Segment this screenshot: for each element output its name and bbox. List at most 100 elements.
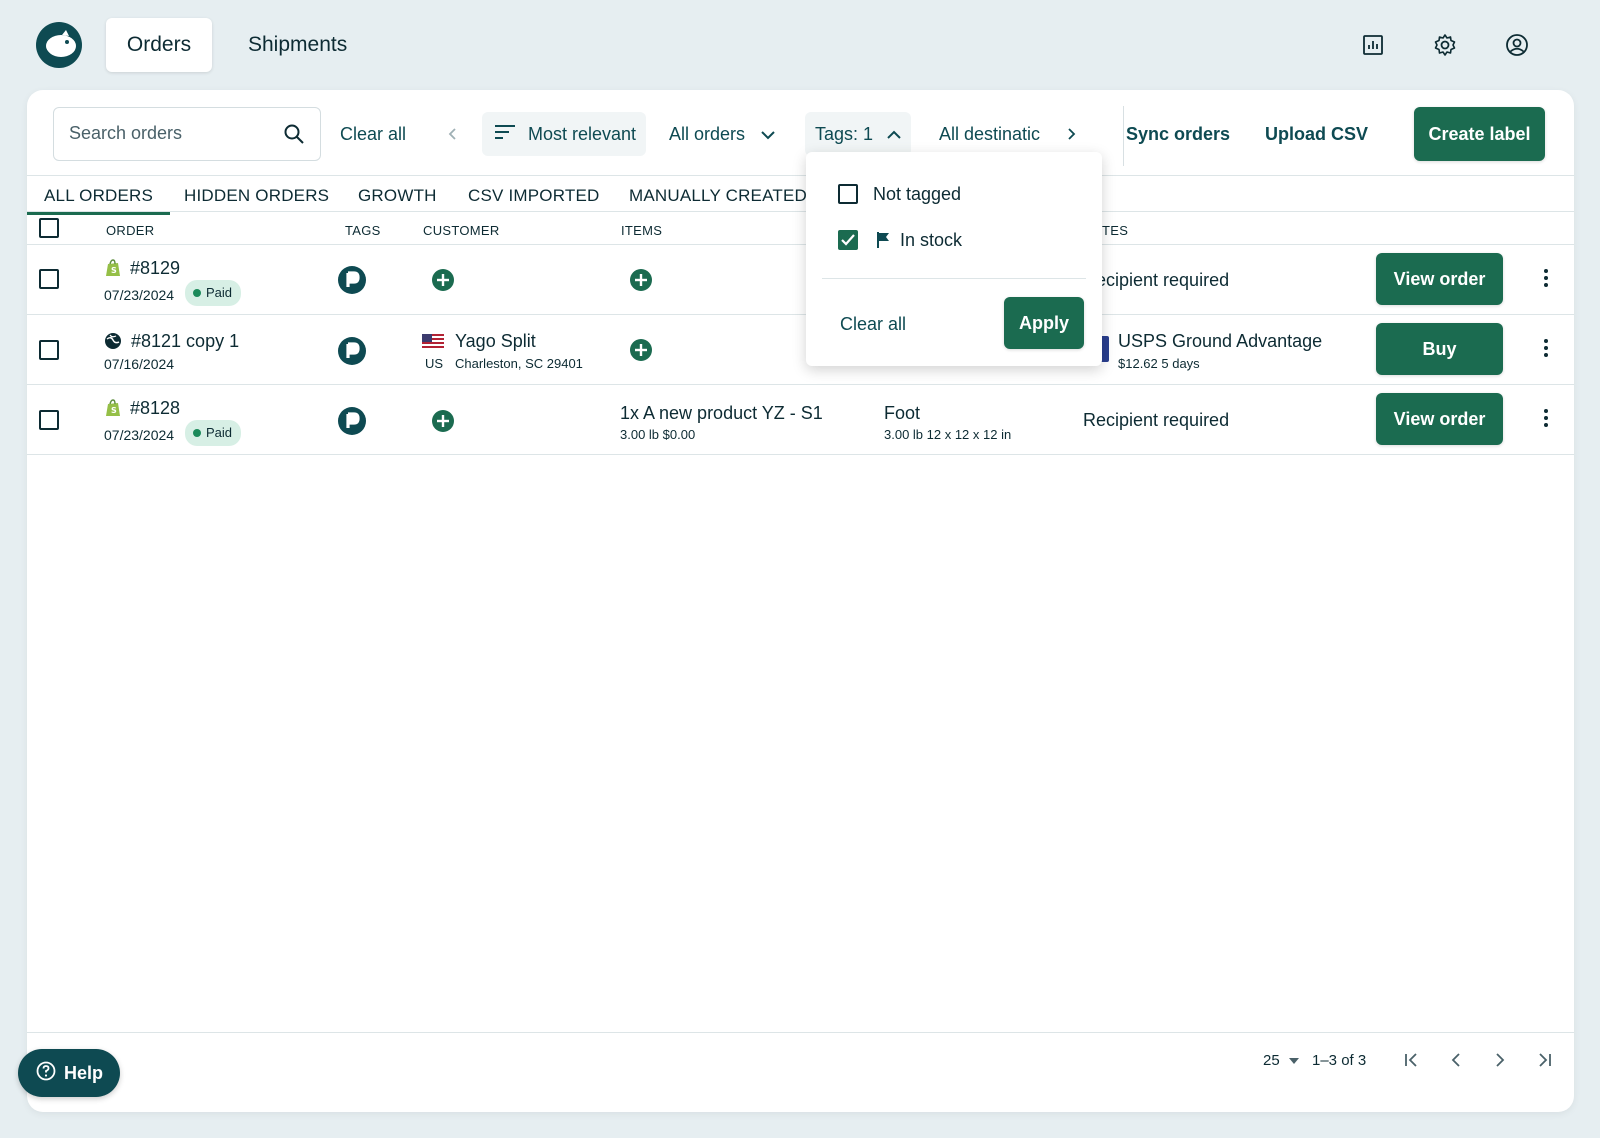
- next-page-icon[interactable]: [1488, 1048, 1512, 1072]
- table-row[interactable]: #8121 copy 1 07/16/2024 Yago Split US Ch…: [27, 315, 1574, 385]
- view-order-button[interactable]: View order: [1376, 393, 1503, 445]
- us-flag-icon: [422, 334, 444, 355]
- tag-p-icon[interactable]: [338, 337, 366, 365]
- tab-csv-imported[interactable]: CSV IMPORTED: [468, 186, 600, 206]
- customer-name[interactable]: Yago Split: [455, 331, 536, 352]
- customer-address: Charleston, SC 29401: [455, 356, 583, 371]
- not-tagged-checkbox[interactable]: [838, 184, 858, 204]
- caret-down-icon: [1288, 1052, 1300, 1069]
- active-tab-indicator: [27, 212, 170, 215]
- more-options-icon[interactable]: [1542, 337, 1550, 360]
- tag-p-icon[interactable]: [338, 266, 366, 294]
- footer-divider: [27, 1032, 1574, 1033]
- apply-button[interactable]: Apply: [1004, 297, 1084, 349]
- first-page-icon[interactable]: [1400, 1048, 1424, 1072]
- scroll-right-icon[interactable]: [1065, 112, 1077, 156]
- previous-page-icon[interactable]: [1444, 1048, 1468, 1072]
- tab-growth[interactable]: GROWTH: [358, 186, 437, 206]
- tabs-divider-line: [27, 211, 1574, 212]
- reports-icon[interactable]: [1358, 30, 1388, 60]
- page-size-select[interactable]: 25: [1263, 1052, 1300, 1069]
- row-checkbox[interactable]: [39, 340, 59, 360]
- tags-filter-button[interactable]: Tags: 1: [805, 112, 912, 156]
- tab-manually-created[interactable]: MANUALLY CREATED: [629, 186, 807, 206]
- table-row[interactable]: S #8129 07/23/2024 Paid ecipient require…: [27, 245, 1574, 315]
- order-date: 07/23/2024: [104, 287, 175, 303]
- rate-service[interactable]: USPS Ground Advantage: [1118, 331, 1322, 352]
- item-weight-price: 3.00 lb $0.00: [620, 427, 696, 442]
- sort-label: Most relevant: [528, 124, 637, 144]
- top-navigation: Orders Shipments: [0, 0, 1600, 90]
- add-item-icon[interactable]: [630, 269, 652, 291]
- clear-all-button[interactable]: Clear all: [340, 112, 406, 156]
- package-name[interactable]: Foot: [884, 403, 920, 424]
- in-stock-label[interactable]: In stock: [900, 230, 962, 251]
- row-checkbox[interactable]: [39, 410, 59, 430]
- settings-icon[interactable]: [1430, 30, 1460, 60]
- order-number[interactable]: #8121 copy 1: [131, 331, 239, 352]
- more-options-icon[interactable]: [1542, 407, 1550, 430]
- more-options-icon[interactable]: [1542, 267, 1550, 290]
- in-stock-checkbox[interactable]: [838, 230, 858, 250]
- upload-csv-button[interactable]: Upload CSV: [1265, 112, 1368, 156]
- column-header-items[interactable]: ITEMS: [621, 223, 662, 238]
- order-number[interactable]: #8129: [130, 258, 180, 279]
- buy-button[interactable]: Buy: [1376, 323, 1503, 375]
- chevron-down-icon: [761, 112, 775, 156]
- select-all-checkbox[interactable]: [39, 218, 59, 238]
- help-icon: [36, 1061, 56, 1086]
- account-icon[interactable]: [1502, 30, 1532, 60]
- orders-filter-label: All orders: [669, 124, 746, 144]
- tags-filter-label: Tags: 1: [815, 124, 874, 144]
- scroll-left-icon[interactable]: [447, 112, 459, 156]
- package-dimensions: 3.00 lb 12 x 12 x 12 in: [884, 427, 1012, 442]
- tag-p-icon[interactable]: [338, 407, 366, 435]
- nav-tab-orders[interactable]: Orders: [106, 18, 212, 72]
- svg-text:S: S: [111, 266, 117, 275]
- add-item-icon[interactable]: [630, 339, 652, 361]
- order-date: 07/16/2024: [104, 356, 175, 372]
- toolbar-divider: [1123, 106, 1124, 166]
- column-header-rates[interactable]: TES: [1102, 223, 1128, 238]
- app-logo[interactable]: [36, 22, 82, 68]
- status-badge: Paid: [185, 420, 242, 446]
- sync-orders-button[interactable]: Sync orders: [1126, 112, 1230, 156]
- search-input[interactable]: [69, 123, 269, 144]
- nav-tab-shipments[interactable]: Shipments: [230, 18, 365, 72]
- add-customer-icon[interactable]: [432, 269, 454, 291]
- order-date: 07/23/2024: [104, 427, 175, 443]
- shopify-icon: S: [105, 399, 121, 422]
- dropdown-clear-all-button[interactable]: Clear all: [840, 314, 906, 335]
- orders-filter-button[interactable]: All orders: [669, 112, 775, 156]
- last-page-icon[interactable]: [1532, 1048, 1556, 1072]
- shopify-icon: S: [105, 259, 121, 282]
- status-badge: Paid: [185, 280, 242, 306]
- column-header-tags[interactable]: TAGS: [345, 223, 381, 238]
- view-order-button[interactable]: View order: [1376, 253, 1503, 305]
- tab-all-orders[interactable]: ALL ORDERS: [44, 186, 153, 206]
- row-divider: [27, 454, 1574, 455]
- rate-text: Recipient required: [1083, 410, 1230, 430]
- page-range: 1–3 of 3: [1312, 1052, 1367, 1069]
- row-checkbox[interactable]: [39, 269, 59, 289]
- globe-icon: [104, 332, 122, 355]
- column-header-order[interactable]: ORDER: [106, 223, 154, 238]
- search-icon[interactable]: [282, 122, 306, 151]
- destinations-filter-button[interactable]: All destinatic: [939, 112, 1042, 156]
- search-box: [53, 107, 321, 161]
- rate-text: ecipient required: [1096, 270, 1230, 290]
- help-button[interactable]: Help: [18, 1049, 120, 1097]
- column-header-customer[interactable]: CUSTOMER: [423, 223, 500, 238]
- rate-price-days: $12.62 5 days: [1118, 356, 1200, 371]
- order-number[interactable]: #8128: [130, 398, 180, 419]
- chevron-up-icon: [887, 112, 901, 156]
- item-text[interactable]: 1x A new product YZ - S1: [620, 403, 823, 424]
- tab-hidden-orders[interactable]: HIDDEN ORDERS: [184, 186, 329, 206]
- not-tagged-label[interactable]: Not tagged: [873, 184, 961, 205]
- add-customer-icon[interactable]: [432, 410, 454, 432]
- table-row[interactable]: S #8128 07/23/2024 Paid 1x A new product…: [27, 385, 1574, 455]
- toolbar-divider-line: [27, 175, 1574, 176]
- create-label-button[interactable]: Create label: [1414, 107, 1545, 161]
- sort-button[interactable]: Most relevant: [482, 112, 647, 156]
- dropdown-divider: [822, 278, 1086, 279]
